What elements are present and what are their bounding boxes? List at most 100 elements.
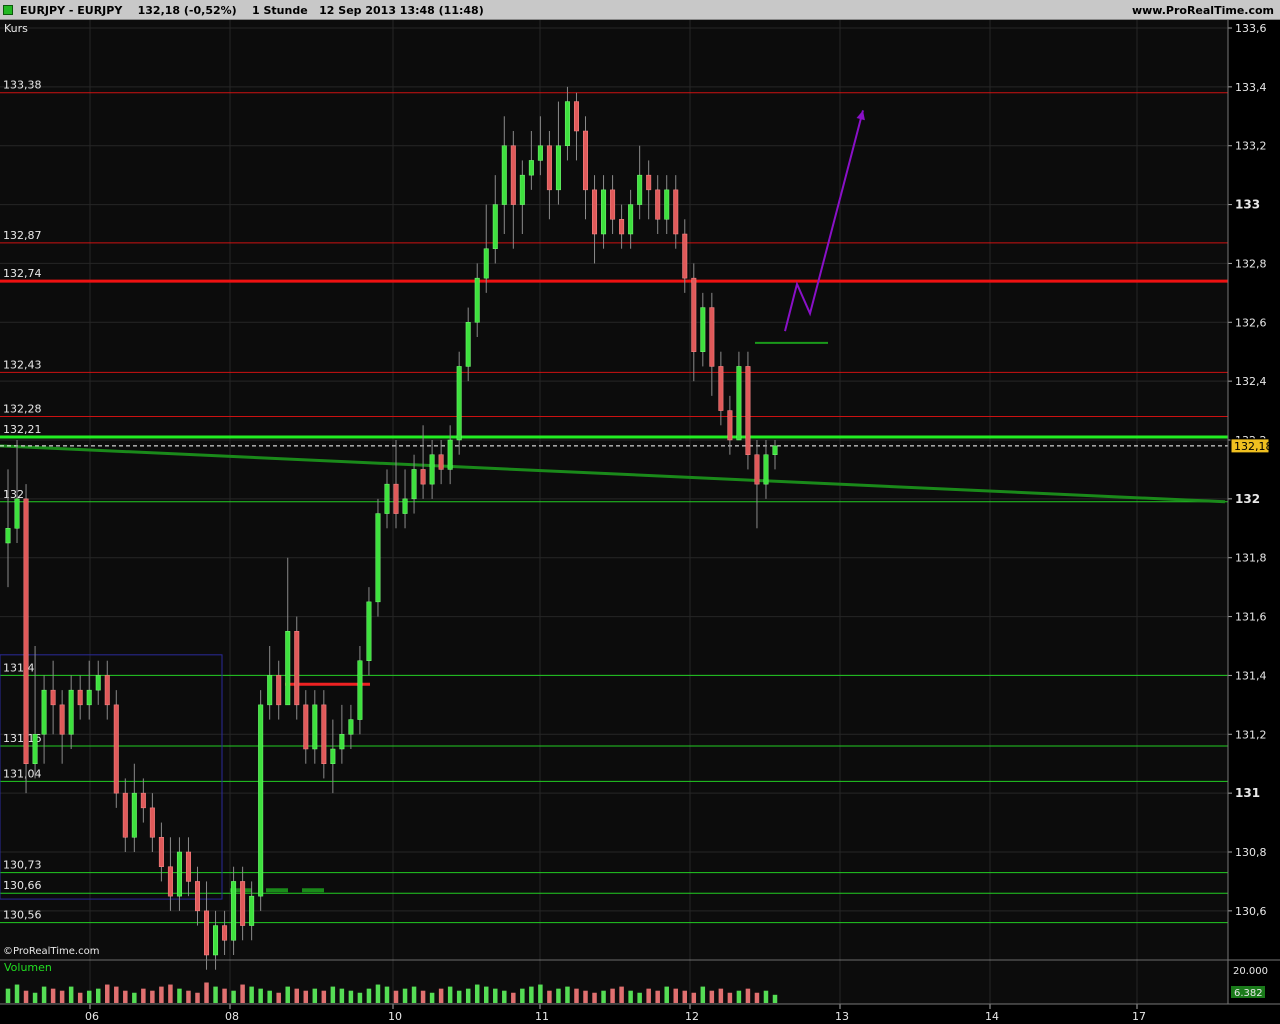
volume-bar	[159, 986, 164, 1003]
support-level-label: 131,4	[3, 661, 35, 674]
volume-bar	[655, 990, 660, 1003]
candle	[113, 690, 119, 808]
candle-body	[583, 130, 589, 191]
volume-tick-label: 20.000	[1233, 966, 1268, 977]
candle-body	[592, 189, 598, 235]
candle-body	[456, 366, 462, 441]
candle	[745, 351, 751, 470]
volume-bar	[547, 990, 552, 1003]
y-tick-label: 132,8	[1235, 257, 1267, 270]
volume-bar	[691, 992, 697, 1003]
volume-bar	[420, 990, 426, 1003]
candle-body	[285, 631, 291, 706]
volume-bar	[637, 992, 642, 1003]
volume-bar	[574, 988, 579, 1003]
candle-body	[131, 792, 137, 838]
candle-body	[113, 704, 119, 794]
site-link[interactable]: www.ProRealTime.com	[1132, 4, 1274, 17]
resistance-level-label: 132,87	[3, 229, 42, 242]
candle-body	[573, 101, 579, 132]
volume-bar	[727, 992, 733, 1003]
candle-body	[140, 792, 146, 809]
candle-body	[393, 483, 399, 514]
volume-bar	[610, 988, 615, 1003]
volume-bar	[186, 990, 191, 1003]
volume-bar	[204, 982, 209, 1003]
volume-bar	[114, 986, 119, 1003]
candle-body	[366, 601, 372, 661]
last-price-label: 132,18	[1234, 440, 1273, 453]
candle-body	[709, 307, 715, 367]
y-tick-label: 130,8	[1235, 846, 1267, 859]
candle	[294, 616, 300, 720]
volume-bar	[538, 984, 543, 1003]
volume-bar	[339, 988, 345, 1003]
volume-bar	[14, 984, 20, 1003]
volume-bar	[520, 988, 525, 1003]
volume-bar	[646, 988, 651, 1003]
candle-body	[294, 631, 300, 706]
volume-bar	[556, 988, 561, 1003]
volume-bar	[213, 986, 218, 1003]
candle-body	[194, 881, 200, 912]
volume-bar	[86, 990, 92, 1003]
price-chart[interactable]: 133,38 132,87 132,74 132,43 132,28 132,21 132 1…	[0, 20, 1280, 1024]
volume-bar	[447, 986, 453, 1003]
candle-body	[86, 689, 92, 706]
candle-body	[339, 734, 345, 750]
volume-bar	[529, 986, 534, 1003]
volume-bar	[321, 990, 327, 1003]
candle-body	[68, 689, 74, 735]
candle-body	[384, 483, 390, 514]
x-tick-label: 10	[388, 1010, 402, 1023]
candle-body	[483, 248, 489, 279]
resistance-level-label: 132,43	[3, 358, 42, 371]
volume-bar	[718, 988, 724, 1003]
candle-body	[501, 145, 507, 205]
candle-body	[564, 101, 570, 146]
candle-body	[176, 851, 182, 897]
candle-body	[691, 277, 697, 352]
volume-bar	[628, 990, 633, 1003]
candle-body	[104, 675, 110, 706]
title-bar: EURJPY - EURJPY 132,18 (-0,52%) 1 Stunde…	[0, 0, 1280, 20]
support-level-label: 130,56	[3, 909, 42, 922]
volume-bar	[438, 988, 444, 1003]
volume-bar	[493, 988, 498, 1003]
candle-body	[492, 204, 498, 249]
candle-body	[149, 807, 155, 838]
chart-app-icon	[3, 5, 13, 15]
support-level-label: 132	[3, 488, 24, 501]
candle-body	[95, 675, 101, 691]
candle-body	[510, 145, 516, 205]
candle-body	[537, 145, 543, 161]
volume-bar	[664, 986, 669, 1003]
candle-body	[745, 366, 751, 455]
candle-body	[204, 910, 210, 956]
volume-bar	[77, 992, 83, 1003]
candle-body	[267, 675, 273, 706]
candle-body	[249, 895, 255, 926]
y-tick-label: 130,6	[1235, 905, 1267, 918]
volume-last-label: 6.382	[1234, 988, 1263, 999]
candle-body	[23, 498, 29, 764]
volume-bar	[619, 986, 624, 1003]
candle-body	[655, 189, 661, 220]
volume-bar	[565, 986, 570, 1003]
price-panel-label: Kurs	[4, 22, 28, 35]
volume-bar	[772, 994, 778, 1003]
resistance-level-label: 132,74	[3, 267, 42, 280]
candle-body	[528, 160, 534, 176]
x-tick-label: 12	[685, 1010, 699, 1023]
y-tick-label: 132,4	[1235, 375, 1267, 388]
candle-body	[754, 454, 760, 485]
volume-bar	[330, 986, 336, 1003]
x-tick-label: 08	[225, 1010, 239, 1023]
candle-body	[50, 689, 56, 706]
volume-bar	[736, 990, 742, 1003]
volume-bar	[258, 988, 263, 1003]
candle-body	[673, 189, 679, 235]
candle-body	[213, 925, 219, 956]
candle-body	[312, 704, 318, 750]
volume-bar	[168, 984, 173, 1003]
